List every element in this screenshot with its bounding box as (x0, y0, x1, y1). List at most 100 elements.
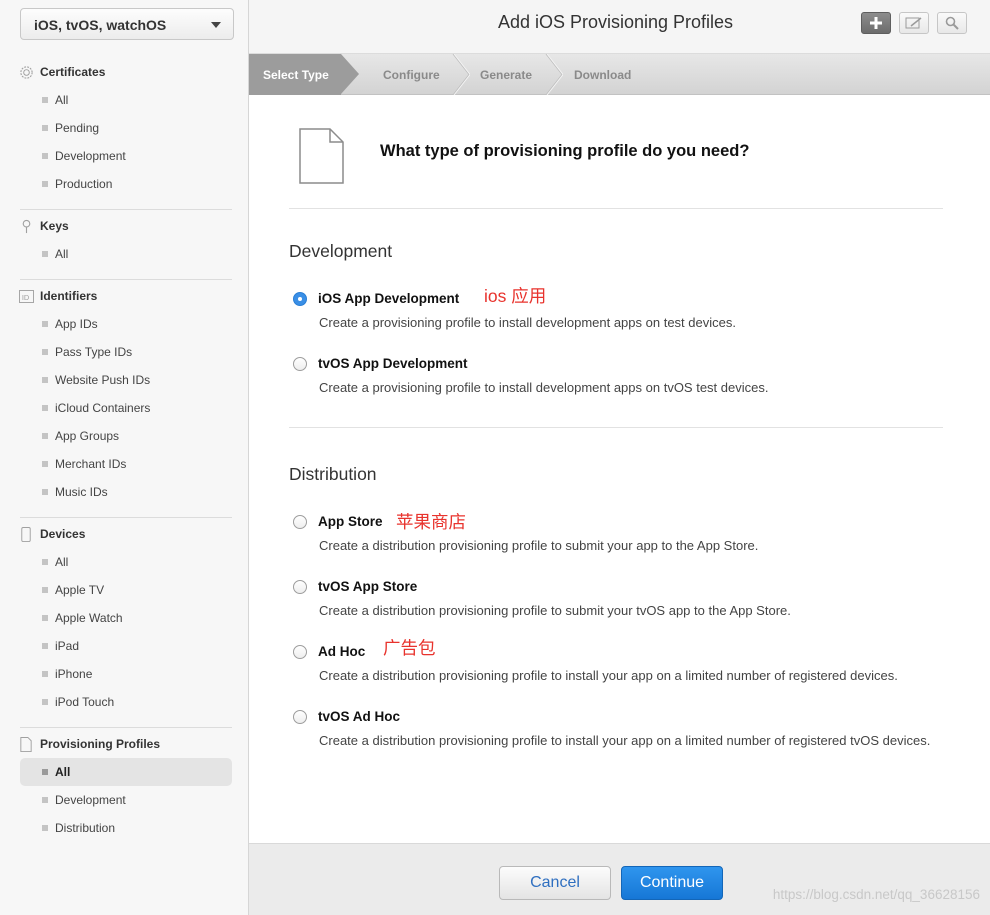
edit-button[interactable] (899, 12, 929, 34)
sidebar-item-pass-type-ids[interactable]: Pass Type IDs (0, 338, 232, 366)
section-devices: Devices All Apple TV Apple Watch iPad iP… (20, 517, 232, 716)
sidebar-item-website-push-ids[interactable]: Website Push IDs (0, 366, 232, 394)
edit-icon (905, 17, 922, 29)
radio-button[interactable] (293, 710, 307, 724)
sidebar-item-app-ids[interactable]: App IDs (0, 310, 232, 338)
watermark: https://blog.csdn.net/qq_36628156 (772, 887, 980, 902)
platform-select-value: iOS, tvOS, watchOS (34, 17, 167, 33)
step-separator-icon (545, 54, 563, 95)
bullet-icon (42, 489, 48, 495)
sidebar-item-label: All (55, 765, 71, 779)
sidebar-item-merchant-ids[interactable]: Merchant IDs (0, 450, 232, 478)
sidebar-item-music-ids[interactable]: Music IDs (0, 478, 232, 506)
section-header-keys[interactable]: Keys (0, 212, 232, 240)
sidebar: iOS, tvOS, watchOS Certificates All Pend… (0, 0, 249, 915)
bullet-icon (42, 797, 48, 803)
sidebar-item-label: Production (55, 177, 113, 191)
section-title: Keys (40, 219, 69, 233)
step-download: Download (574, 67, 632, 82)
section-title-development: Development (289, 241, 393, 261)
option-label: tvOS App Store (318, 579, 418, 594)
footer: Cancel Continue (249, 843, 990, 915)
sidebar-item-label: Merchant IDs (55, 457, 127, 471)
sidebar-item-ipad[interactable]: iPad (0, 632, 232, 660)
radio-button[interactable] (293, 357, 307, 371)
step-bar: Select Type Configure Generate Download (249, 54, 990, 95)
section-identifiers: ID Identifiers App IDs Pass Type IDs Web… (18, 279, 232, 506)
option-label: iOS App Development (318, 291, 460, 306)
sidebar-item-label: App Groups (55, 429, 120, 443)
continue-button[interactable]: Continue (621, 866, 723, 900)
bullet-icon (42, 671, 48, 677)
bullet-icon (42, 587, 48, 593)
step-configure: Configure (383, 67, 440, 82)
section-header-provisioning-profiles[interactable]: Provisioning Profiles (0, 730, 232, 758)
option-label: App Store (318, 514, 383, 529)
sidebar-item-certificates-production[interactable]: Production (0, 170, 249, 198)
section-title: Identifiers (40, 289, 98, 303)
sidebar-nav: Certificates All Pending Development Pro… (0, 58, 249, 842)
sidebar-item-label: All (55, 247, 69, 261)
section-title-distribution: Distribution (289, 464, 377, 484)
sidebar-item-certificates-development[interactable]: Development (0, 142, 249, 170)
bullet-icon (42, 643, 48, 649)
search-icon (945, 16, 959, 30)
sidebar-item-label: Apple TV (55, 583, 105, 597)
bullet-icon (42, 699, 48, 705)
bullet-icon (42, 377, 48, 383)
option-label: Ad Hoc (318, 644, 366, 659)
step-select-type: Select Type (249, 54, 359, 95)
sidebar-item-apple-watch[interactable]: Apple Watch (0, 604, 232, 632)
section-title: Devices (40, 527, 86, 541)
radio-button[interactable] (293, 292, 307, 306)
section-header-devices[interactable]: Devices (0, 520, 232, 548)
sidebar-item-label: iPad (55, 639, 80, 653)
sidebar-item-label: iPhone (55, 667, 93, 681)
annotation-label: 广告包 (383, 638, 436, 658)
document-icon (18, 736, 34, 752)
section-header-identifiers[interactable]: ID Identifiers (0, 282, 232, 310)
sidebar-item-label: Music IDs (55, 485, 108, 499)
add-button[interactable] (861, 12, 891, 34)
sidebar-item-certificates-all[interactable]: All (0, 86, 249, 114)
search-button[interactable] (937, 12, 967, 34)
sidebar-item-label: iCloud Containers (55, 401, 151, 415)
sidebar-item-label: All (55, 93, 69, 107)
divider (289, 427, 943, 428)
bullet-icon (42, 433, 48, 439)
sidebar-item-label: Development (55, 793, 126, 807)
sidebar-item-profiles-distribution[interactable]: Distribution (0, 814, 232, 842)
platform-select[interactable]: iOS, tvOS, watchOS (20, 8, 234, 40)
sidebar-item-keys-all[interactable]: All (0, 240, 232, 268)
radio-button[interactable] (293, 515, 307, 529)
sidebar-item-icloud-containers[interactable]: iCloud Containers (0, 394, 232, 422)
cancel-button[interactable]: Cancel (499, 866, 611, 900)
sidebar-item-profiles-all[interactable]: All (20, 758, 232, 786)
bullet-icon (42, 251, 48, 257)
bullet-icon (42, 615, 48, 621)
sidebar-item-label: Pending (55, 121, 100, 135)
section-header-certificates[interactable]: Certificates (0, 58, 249, 86)
radio-button[interactable] (293, 580, 307, 594)
radio-button[interactable] (293, 645, 307, 659)
step-separator-icon (452, 54, 470, 95)
sidebar-item-apple-tv[interactable]: Apple TV (0, 576, 232, 604)
sidebar-item-devices-all[interactable]: All (0, 548, 232, 576)
bullet-icon (42, 125, 48, 131)
add-icon (870, 17, 882, 29)
option-description: Create a provisioning profile to install… (319, 315, 736, 330)
sidebar-item-ipod-touch[interactable]: iPod Touch (0, 688, 232, 716)
sidebar-item-certificates-pending[interactable]: Pending (0, 114, 249, 142)
sidebar-item-profiles-development[interactable]: Development (0, 786, 232, 814)
option-label: tvOS Ad Hoc (318, 709, 401, 724)
annotation-label: ios 应用 (484, 286, 547, 306)
chevron-down-icon (211, 22, 221, 28)
option-description: Create a distribution provisioning profi… (319, 603, 791, 618)
key-icon (18, 218, 34, 234)
sidebar-item-app-groups[interactable]: App Groups (0, 422, 232, 450)
sidebar-item-iphone[interactable]: iPhone (0, 660, 232, 688)
document-icon (299, 128, 344, 184)
sidebar-item-label: Apple Watch (55, 611, 123, 625)
option-description: Create a distribution provisioning profi… (319, 668, 898, 683)
section-title: Provisioning Profiles (40, 737, 161, 751)
